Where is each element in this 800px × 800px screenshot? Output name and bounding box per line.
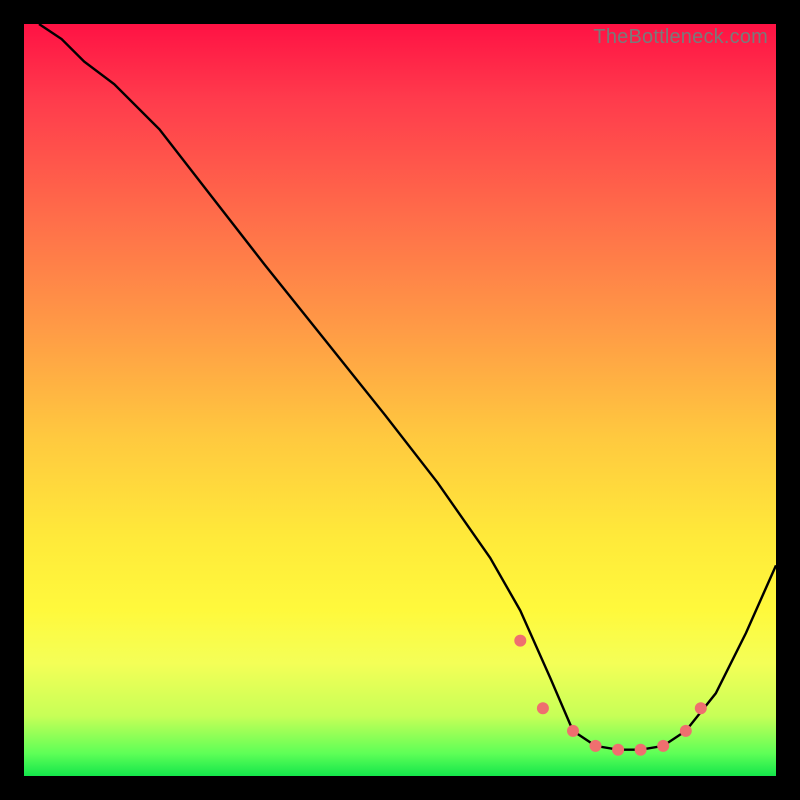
chart-frame: TheBottleneck.com xyxy=(0,0,800,800)
highlight-dot xyxy=(657,740,669,752)
highlight-dot xyxy=(680,725,692,737)
curve-path xyxy=(39,24,776,750)
bottleneck-curve xyxy=(24,24,776,776)
highlight-dot xyxy=(537,702,549,714)
plot-area: TheBottleneck.com xyxy=(24,24,776,776)
highlight-dot xyxy=(514,635,526,647)
highlight-dot xyxy=(590,740,602,752)
highlight-dot xyxy=(635,744,647,756)
highlight-dot xyxy=(567,725,579,737)
highlight-dot xyxy=(612,744,624,756)
highlight-dot xyxy=(695,702,707,714)
